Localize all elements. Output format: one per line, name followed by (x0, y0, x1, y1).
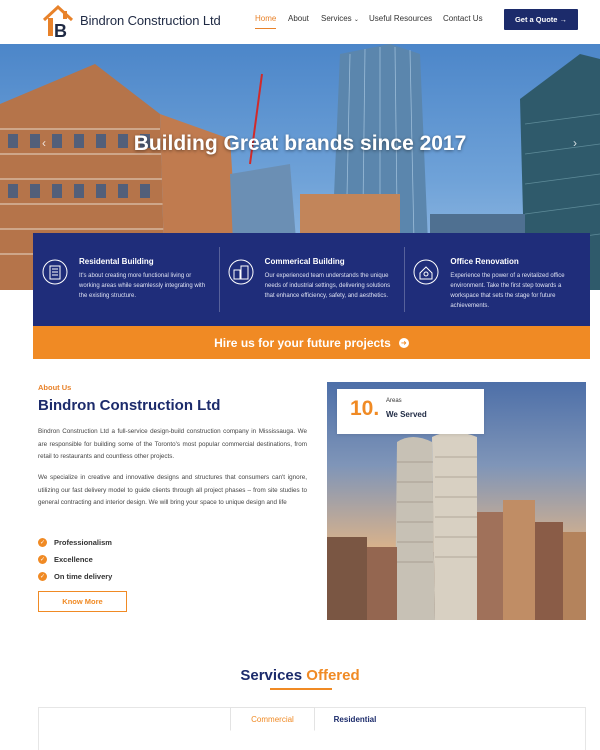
brand-name[interactable]: Bindron Construction Ltd (80, 13, 221, 28)
tab-commercial[interactable]: Commercial (230, 707, 315, 731)
feature-check-list: ✓ Professionalism ✓ Excellence ✓ On time de… (38, 534, 112, 585)
chevron-right-icon[interactable]: › (573, 136, 577, 150)
stat-number: 10. (350, 397, 380, 420)
nav-contact[interactable]: Contact Us (443, 14, 483, 23)
check-icon: ✓ (38, 572, 47, 581)
nav-about[interactable]: About (288, 14, 309, 23)
nav-services[interactable]: Services ⌄ (321, 14, 359, 23)
nav-useful-resources[interactable]: Useful Resources (369, 14, 432, 23)
services-title-a: Services (240, 667, 303, 684)
feature-card[interactable]: Residental Building It's about creating … (33, 233, 219, 326)
about-paragraph: We specialize in creative and innovative… (38, 474, 307, 506)
stat-sub: Areas (386, 398, 402, 404)
feature-title: Residental Building (79, 257, 154, 266)
tab-residential[interactable]: Residential (315, 707, 395, 731)
check-icon: ✓ (38, 538, 47, 547)
building-icon (42, 259, 68, 285)
about-paragraph: Bindron Construction Ltd a full-service … (38, 428, 307, 460)
check-item: ✓ Excellence (38, 551, 112, 568)
check-label: Excellence (54, 555, 93, 564)
get-quote-button[interactable]: Get a Quote → (504, 9, 578, 30)
arrow-right-circle-icon: ➜ (398, 337, 409, 348)
check-item: ✓ Professionalism (38, 534, 112, 551)
nav-services-label: Services (321, 14, 352, 23)
check-item: ✓ On time delivery (38, 568, 112, 585)
hire-us-label: Hire us for your future projects (214, 335, 391, 350)
city-icon (228, 259, 254, 285)
feature-text: It's about creating more functional livi… (79, 273, 206, 299)
areas-served-card: 10. Areas We Served (337, 389, 484, 434)
chevron-down-icon: ⌄ (353, 17, 359, 23)
feature-text: Experience the power of a revitalized of… (450, 273, 565, 309)
svg-text:B: B (54, 21, 67, 40)
feature-title: Commerical Building (264, 257, 345, 266)
feature-title: Office Renovation (450, 257, 519, 266)
hire-us-banner[interactable]: Hire us for your future projects ➜ (33, 326, 590, 359)
chevron-left-icon[interactable]: ‹ (42, 136, 46, 150)
check-label: On time delivery (54, 572, 113, 581)
check-icon: ✓ (38, 555, 47, 564)
logo-icon[interactable]: B (42, 4, 74, 40)
site-header: B Bindron Construction Ltd Home About Se… (0, 0, 600, 44)
about-label: About Us (38, 383, 72, 392)
services-title: Services Offered (0, 667, 600, 684)
feature-text: Our experienced team understands the uni… (264, 273, 391, 299)
title-underline (270, 688, 332, 690)
about-title: Bindron Construction Ltd (38, 397, 221, 414)
check-label: Professionalism (54, 538, 112, 547)
know-more-button[interactable]: Know More (38, 591, 127, 612)
hero-title: Building Great brands since 2017 (133, 132, 467, 155)
feature-card[interactable]: Commerical Building Our experienced team… (218, 233, 405, 326)
stat-label: We Served (386, 410, 427, 419)
feature-cards: Residental Building It's about creating … (33, 233, 590, 326)
feature-card[interactable]: Office Renovation Experience the power o… (404, 233, 590, 326)
renovation-icon (413, 259, 439, 285)
services-title-b: Offered (306, 667, 360, 684)
nav-home[interactable]: Home (255, 14, 277, 29)
